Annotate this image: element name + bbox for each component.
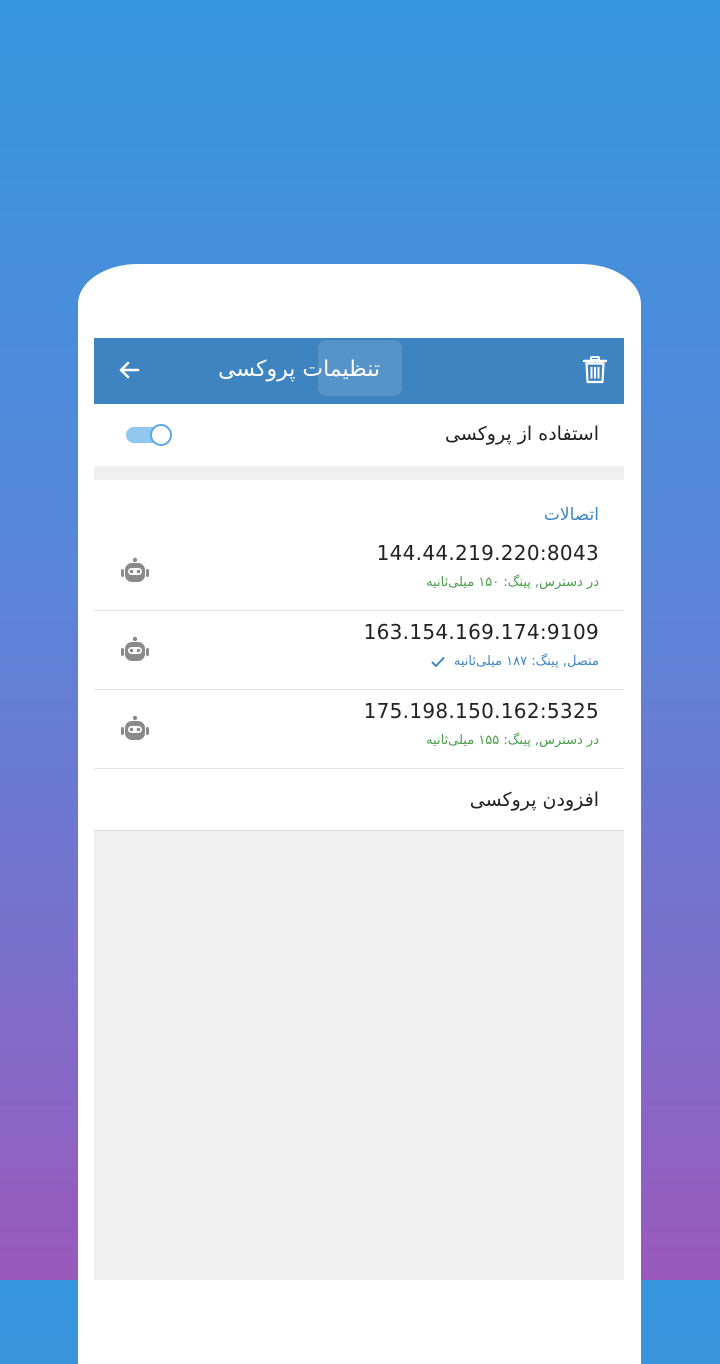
toggle-thumb	[150, 424, 172, 446]
section-divider	[94, 466, 624, 480]
robot-icon[interactable]	[120, 714, 150, 742]
page-title: تنظیمات پروکسی	[218, 357, 380, 382]
proxy-address: 175.198.150.162:5325	[363, 699, 599, 723]
app-bar: تنظیمات پروکسی	[94, 338, 624, 404]
use-proxy-toggle[interactable]	[124, 424, 172, 446]
use-proxy-row[interactable]: استفاده از پروکسی	[94, 404, 624, 466]
add-proxy-button[interactable]: افزودن پروکسی	[94, 769, 624, 831]
connections-header: اتصالات	[543, 505, 599, 525]
proxy-item[interactable]: 144.44.219.220:8043 در دسترس, پینگ: ۱۵۰ …	[94, 532, 624, 611]
robot-icon[interactable]	[120, 635, 150, 663]
trash-icon[interactable]	[582, 355, 608, 385]
proxy-status: متصل, پینگ: ۱۸۷ میلی‌ثانیه	[431, 653, 599, 671]
proxy-status: در دسترس, پینگ: ۱۵۵ میلی‌ثانیه	[426, 732, 599, 750]
use-proxy-label: استفاده از پروکسی	[444, 423, 599, 445]
proxy-item[interactable]: 175.198.150.162:5325 در دسترس, پینگ: ۱۵۵…	[94, 690, 624, 769]
robot-icon[interactable]	[120, 556, 150, 584]
arrow-left-icon[interactable]	[114, 355, 144, 385]
proxy-item[interactable]: 163.154.169.174:9109 متصل, پینگ: ۱۸۷ میل…	[94, 611, 624, 690]
app-screen: تنظیمات پروکسی استفاده از پروکسی اتصالات…	[94, 338, 624, 1280]
proxy-address: 163.154.169.174:9109	[363, 620, 599, 644]
add-proxy-label: افزودن پروکسی	[469, 789, 599, 811]
proxy-status-text: در دسترس, پینگ: ۱۵۵ میلی‌ثانیه	[426, 733, 599, 748]
check-icon	[431, 656, 445, 667]
proxy-address: 144.44.219.220:8043	[376, 541, 599, 565]
proxy-status: در دسترس, پینگ: ۱۵۰ میلی‌ثانیه	[426, 574, 599, 592]
proxy-status-text: متصل, پینگ: ۱۸۷ میلی‌ثانیه	[453, 654, 599, 669]
proxy-status-text: در دسترس, پینگ: ۱۵۰ میلی‌ثانیه	[426, 575, 599, 590]
